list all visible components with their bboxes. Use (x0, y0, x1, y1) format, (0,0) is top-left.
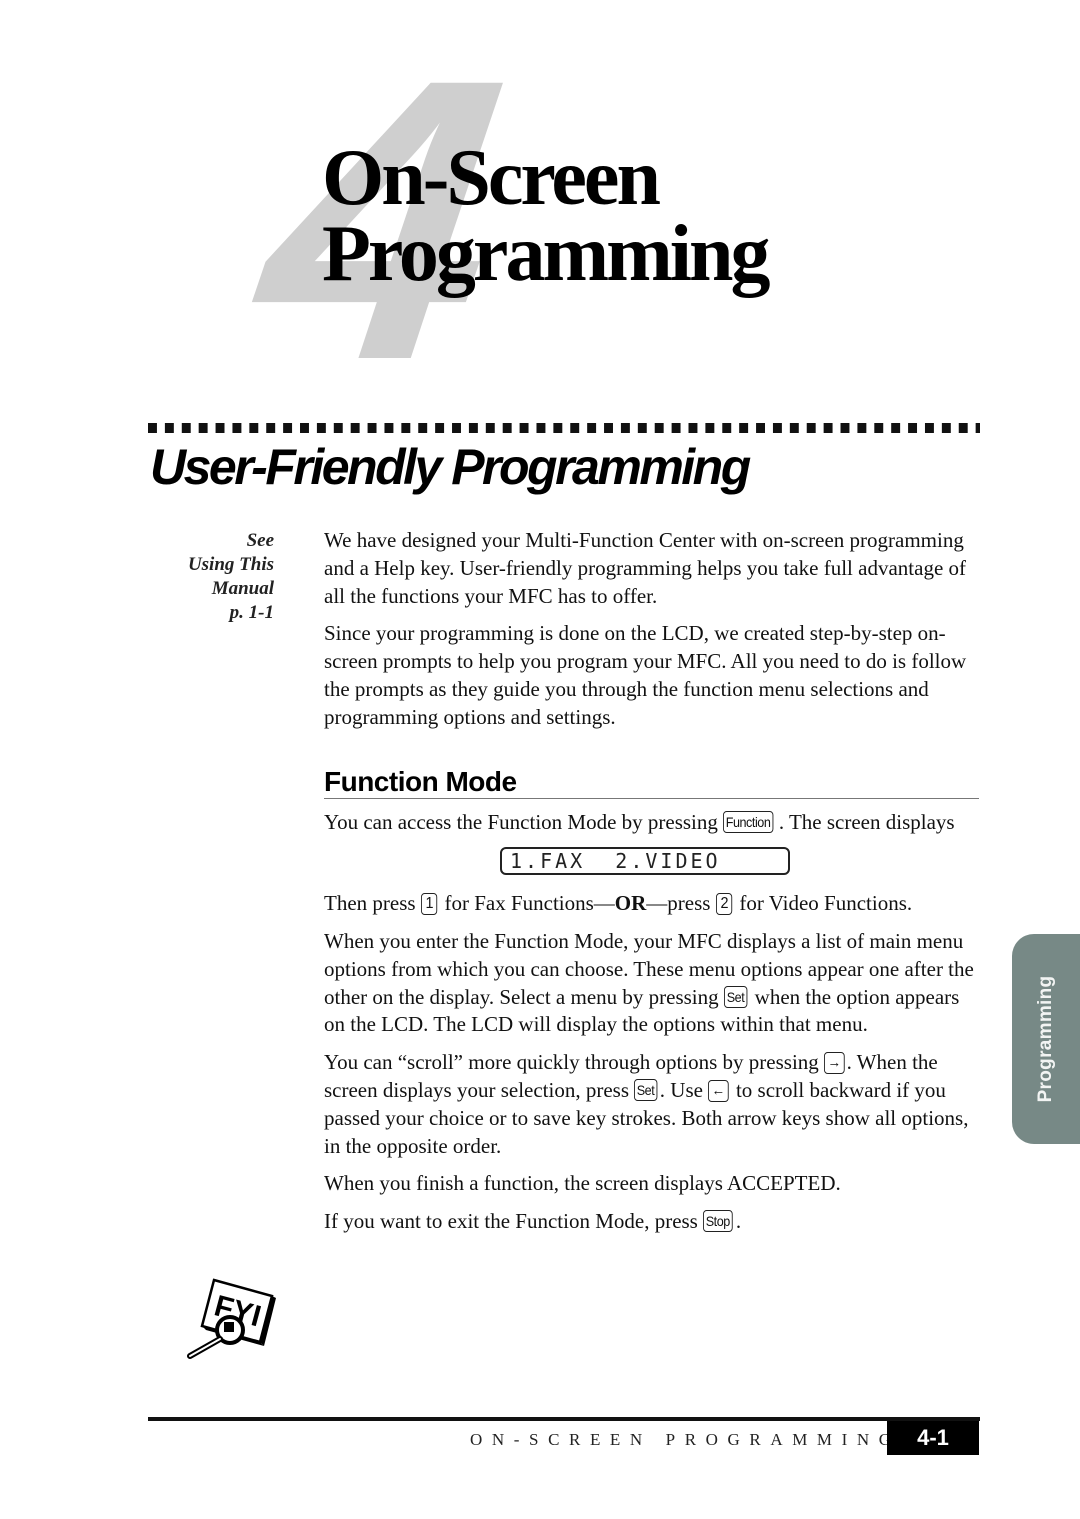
left-arrow-key-icon: ← (708, 1079, 729, 1102)
text: . Use (659, 1077, 709, 1102)
text: for Fax Functions— (439, 891, 615, 916)
text: . The screen displays (778, 810, 955, 835)
dotted-divider (148, 423, 980, 433)
footer-chapter-label: ON-SCREEN PROGRAMMING (470, 1430, 901, 1449)
function-mode-heading: Function Mode (324, 767, 979, 800)
lcd-display: 1.FAX 2.VIDEO (500, 847, 790, 876)
intro-paragraph-1: We have designed your Multi-Function Cen… (324, 528, 967, 608)
stop-key-icon: Stop (703, 1210, 733, 1233)
margin-note-line: See (246, 530, 274, 551)
key-1-icon: 1 (420, 893, 438, 916)
text: —press (646, 891, 716, 916)
text: . (735, 1209, 742, 1234)
function-mode-paragraph-4: You can “scroll” more quickly through op… (324, 1049, 984, 1160)
set-key-icon: Set (723, 985, 747, 1008)
body-column: We have designed your Multi-Function Cen… (324, 527, 984, 1246)
function-mode-paragraph-1: You can access the Function Mode by pres… (324, 807, 984, 837)
side-tab-label: Programming (1035, 975, 1056, 1103)
intro-paragraph-2: Since your programming is done on the LC… (324, 621, 967, 729)
text: You can “scroll” more quickly through op… (324, 1050, 825, 1075)
function-key-icon: Function (723, 811, 774, 834)
margin-note-line: Using This (187, 554, 274, 575)
chapter-side-tab: Programming (1012, 934, 1080, 1144)
text: Then press (324, 891, 421, 916)
footer-rule (148, 1417, 980, 1421)
key-2-icon: 2 (715, 893, 733, 916)
margin-note-line: Manual (211, 578, 274, 599)
lcd-display-wrapper: 1.FAX 2.VIDEO (500, 847, 984, 876)
page-number: 4-1 (887, 1421, 979, 1455)
text: for Video Functions. (734, 891, 913, 916)
function-mode-paragraph-3: When you enter the Function Mode, your M… (324, 928, 984, 1039)
function-mode-paragraph-5: When you finish a function, the screen d… (324, 1171, 841, 1196)
chapter-title-line-1: On-Screen (322, 134, 661, 222)
or-emphasis: OR (614, 891, 647, 916)
set-key-icon: Set (634, 1078, 658, 1101)
text: You can access the Function Mode by pres… (324, 810, 724, 835)
margin-note-line: p. 1-1 (229, 602, 274, 623)
section-title: User-Friendly Programming (150, 439, 751, 495)
function-mode-paragraph-2: Then press 1 for Fax Functions—OR—press … (324, 890, 984, 918)
chapter-title-line-2: Programming (322, 210, 770, 298)
function-mode-paragraph-6: If you want to exit the Function Mode, p… (324, 1208, 984, 1236)
fyi-magnifier-icon: FYI (184, 1276, 280, 1360)
text: If you want to exit the Function Mode, p… (324, 1209, 704, 1234)
margin-cross-reference: See Using This Manual p. 1-1 (134, 529, 274, 625)
chapter-title: On-Screen Programming (322, 134, 770, 298)
right-arrow-key-icon: → (824, 1052, 845, 1075)
